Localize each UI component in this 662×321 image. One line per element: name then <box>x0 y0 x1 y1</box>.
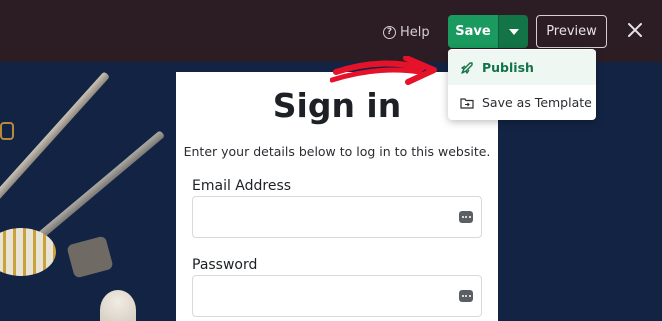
password-manager-icon[interactable] <box>459 290 473 302</box>
pencil-decoration <box>37 130 166 240</box>
help-label: Help <box>400 24 430 40</box>
help-link[interactable]: ? Help <box>383 23 430 41</box>
menu-item-publish[interactable]: Publish <box>448 50 596 85</box>
password-field[interactable] <box>192 275 482 317</box>
caret-down-icon <box>508 28 519 35</box>
menu-item-label: Publish <box>482 60 534 75</box>
save-options-menu: Publish Save as Template <box>448 49 596 120</box>
ornament-decoration <box>100 290 136 321</box>
save-button-group: Save <box>448 15 528 48</box>
question-circle-icon: ? <box>383 25 396 39</box>
signin-subtitle: Enter your details below to log in to th… <box>183 144 491 159</box>
menu-item-save-as-template[interactable]: Save as Template <box>448 85 596 120</box>
washi-tape-decoration <box>0 228 56 276</box>
binder-clip-decoration <box>66 235 114 279</box>
annotation-arrow-icon <box>330 56 437 85</box>
preview-button[interactable]: Preview <box>536 15 607 48</box>
folder-icon <box>460 96 474 110</box>
password-manager-icon[interactable] <box>459 211 473 223</box>
save-options-toggle[interactable] <box>498 15 528 48</box>
rocket-icon <box>460 61 474 75</box>
email-label: Email Address <box>192 178 292 194</box>
close-icon[interactable] <box>626 21 644 39</box>
menu-item-label: Save as Template <box>482 95 592 110</box>
password-label: Password <box>192 257 258 273</box>
save-button[interactable]: Save <box>448 15 498 48</box>
email-field[interactable] <box>192 196 482 238</box>
ring-decoration <box>0 122 14 140</box>
